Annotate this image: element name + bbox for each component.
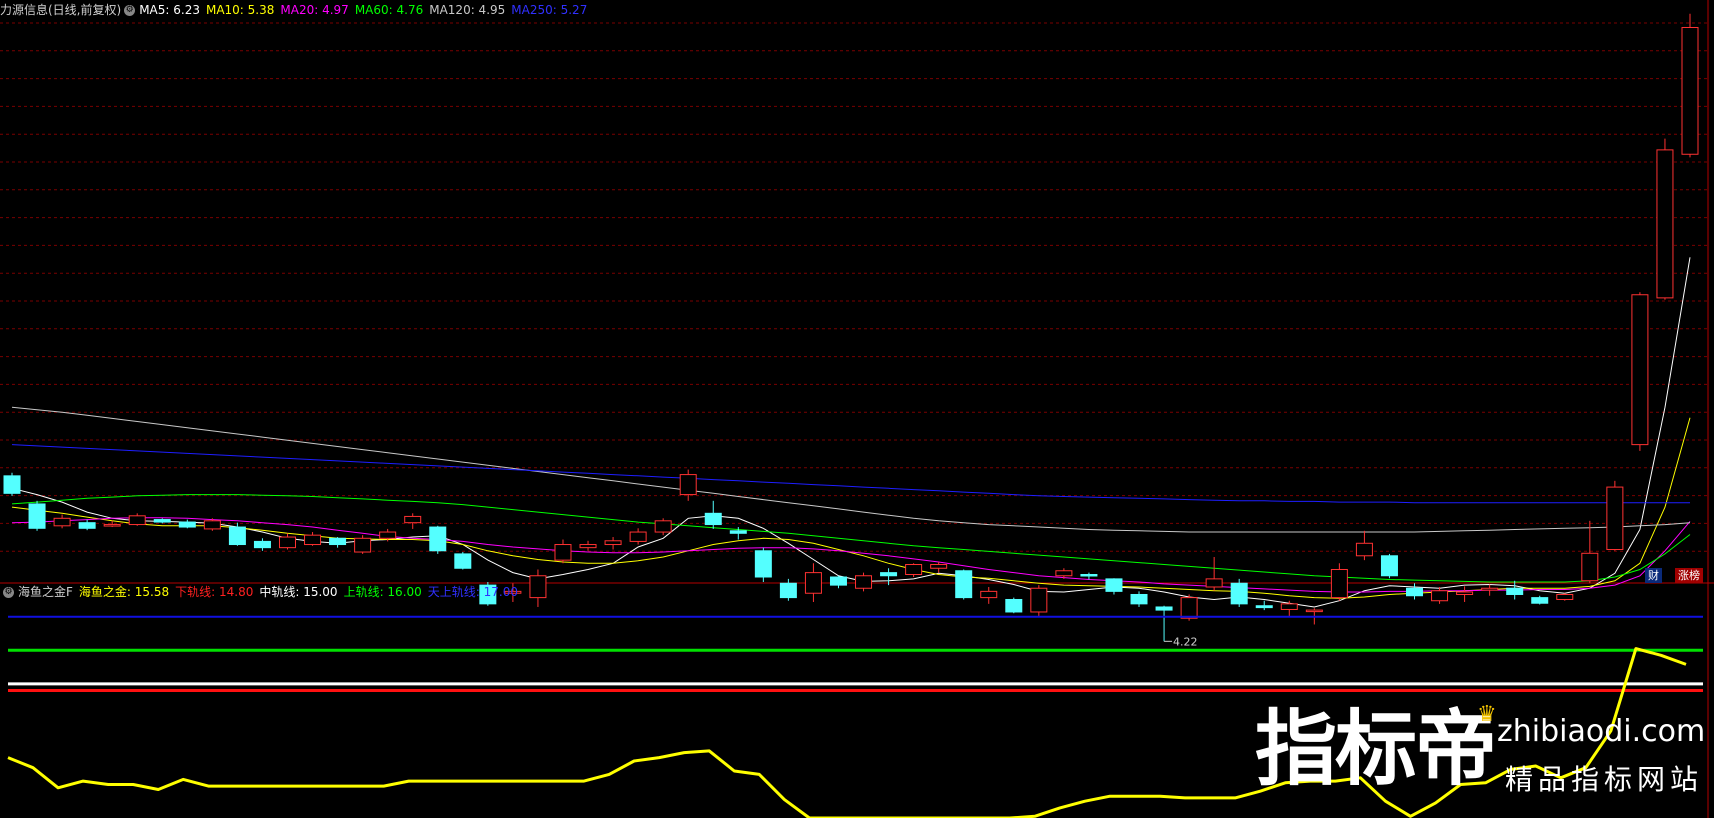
ma-line-ma5 xyxy=(11,257,1691,608)
finance-badge[interactable]: 财 xyxy=(1645,568,1662,583)
ma-legend-item-5: MA250: 5.27 xyxy=(511,3,588,17)
candle-body xyxy=(1581,552,1599,582)
ma-legend-item-4: MA120: 4.95 xyxy=(429,3,506,17)
watermark-slogan: 精品指标网站 xyxy=(1505,763,1704,796)
candle-body xyxy=(679,474,697,496)
candle-body xyxy=(1656,149,1674,299)
candle-body xyxy=(329,537,347,546)
candle-body xyxy=(579,544,597,549)
watermark-url: zhibiaodi.com xyxy=(1497,714,1706,749)
candle-body xyxy=(955,570,973,599)
candle-body xyxy=(1030,587,1048,613)
candle-body xyxy=(529,575,547,599)
candle-body xyxy=(354,537,372,553)
chart-canvas[interactable]: 4.22 xyxy=(0,0,1714,818)
candle-body xyxy=(53,517,71,527)
candle-body xyxy=(930,564,948,569)
candle-body xyxy=(1130,593,1148,605)
ma-legend: MA5: 6.23 MA10: 5.38 MA20: 4.97 MA60: 4.76 M… xyxy=(139,3,593,17)
candle-body xyxy=(78,522,96,529)
candle-body xyxy=(1305,609,1323,613)
ma-legend-item-2: MA20: 4.97 xyxy=(280,3,349,17)
candle-body xyxy=(1005,598,1023,613)
candle-body xyxy=(980,590,998,599)
ma-line-ma10 xyxy=(11,417,1691,599)
indicator-legend-item-2: 中轨线: 15.00 xyxy=(259,585,338,599)
watermark-logo: 指标帝 ♛ zhibiaodi.com 精品指标网站 xyxy=(1255,700,1713,818)
candle-body xyxy=(429,526,447,552)
main-chart-header: 力源信息(日线,前复权) ⚙ MA5: 6.23 MA10: 5.38 MA20: 4.… xyxy=(0,1,599,19)
candle-body xyxy=(404,515,422,524)
candle-body xyxy=(203,520,221,530)
candle-body xyxy=(178,521,196,528)
ma-legend-item-0: MA5: 6.23 xyxy=(139,3,200,17)
candle-body xyxy=(704,512,722,526)
candle-body xyxy=(629,531,647,542)
candle-body xyxy=(729,530,747,534)
candle-body xyxy=(1681,26,1699,155)
candle-body xyxy=(779,582,797,599)
candle-body xyxy=(3,475,21,494)
candle-body xyxy=(103,524,121,527)
ma-line-ma120 xyxy=(11,406,1691,533)
candle-body xyxy=(128,515,146,526)
candle-body xyxy=(1606,486,1624,551)
candle-body xyxy=(905,564,923,576)
ma-legend-item-1: MA10: 5.38 xyxy=(205,3,275,17)
candle-body xyxy=(1080,574,1098,577)
candle-body xyxy=(1406,587,1424,597)
candle-body xyxy=(554,544,572,561)
candle-body xyxy=(304,534,322,546)
settings-icon[interactable]: ⚙ xyxy=(3,587,14,598)
candle-body xyxy=(1330,569,1348,599)
candle-body xyxy=(1506,587,1524,595)
rank-badge[interactable]: 涨榜 xyxy=(1675,568,1703,583)
candle-body xyxy=(253,540,271,549)
indicator-header: ⚙ 海鱼之金F 海鱼之金: 15.58 下轨线: 14.80 中轨线: 15.00 上轨线… xyxy=(0,583,530,601)
candle-body xyxy=(1556,593,1574,600)
candle-body xyxy=(654,520,672,533)
candle-body xyxy=(1255,605,1273,609)
candle-body xyxy=(804,572,822,594)
candle-body xyxy=(28,503,46,529)
candle-body xyxy=(1380,555,1398,577)
candle-body xyxy=(1631,294,1649,446)
candle-body xyxy=(228,526,246,546)
candle-body xyxy=(604,540,622,546)
candle-body xyxy=(1230,582,1248,605)
indicator-legend-item-0: 海鱼之金: 15.58 xyxy=(78,585,170,599)
ma-line-ma250 xyxy=(11,444,1690,504)
candle-body xyxy=(1355,542,1373,557)
ma-legend-item-3: MA60: 4.76 xyxy=(354,3,424,17)
candle-body xyxy=(754,550,772,578)
low-marker-label: 4.22 xyxy=(1173,635,1198,648)
indicator-legend-item-4: 天上轨线: 17.00 xyxy=(427,585,518,599)
candle-body xyxy=(454,553,472,569)
candle-body xyxy=(153,519,171,523)
candle-body xyxy=(829,576,847,586)
crown-icon: ♛ xyxy=(1477,702,1497,727)
candle-body xyxy=(1280,603,1298,610)
candle-body xyxy=(1205,578,1223,588)
indicator-legend-item-1: 下轨线: 14.80 xyxy=(175,585,254,599)
stock-title[interactable]: 力源信息(日线,前复权) xyxy=(0,3,121,17)
indicator-legend-item-3: 上轨线: 16.00 xyxy=(343,585,422,599)
candle-body xyxy=(1456,591,1474,595)
candle-body xyxy=(1431,590,1449,602)
candle-body xyxy=(1481,587,1499,591)
candle-body xyxy=(1155,606,1173,611)
candle-body xyxy=(278,536,296,549)
watermark-title: 指标帝 xyxy=(1255,702,1497,797)
indicator-legend: 海鱼之金: 15.58 下轨线: 14.80 中轨线: 15.00 上轨线: 16.0… xyxy=(79,585,524,599)
candle-body xyxy=(855,575,873,589)
candle-body xyxy=(880,572,898,577)
candle-body xyxy=(379,531,397,539)
settings-icon[interactable]: ⚙ xyxy=(124,5,136,16)
candle-body xyxy=(1180,597,1198,619)
candle-body xyxy=(1105,578,1123,592)
indicator-name[interactable]: 海鱼之金F xyxy=(18,585,73,599)
candle-body xyxy=(1531,597,1549,604)
ma-line-ma60 xyxy=(11,494,1691,583)
candle-body xyxy=(1055,570,1073,577)
